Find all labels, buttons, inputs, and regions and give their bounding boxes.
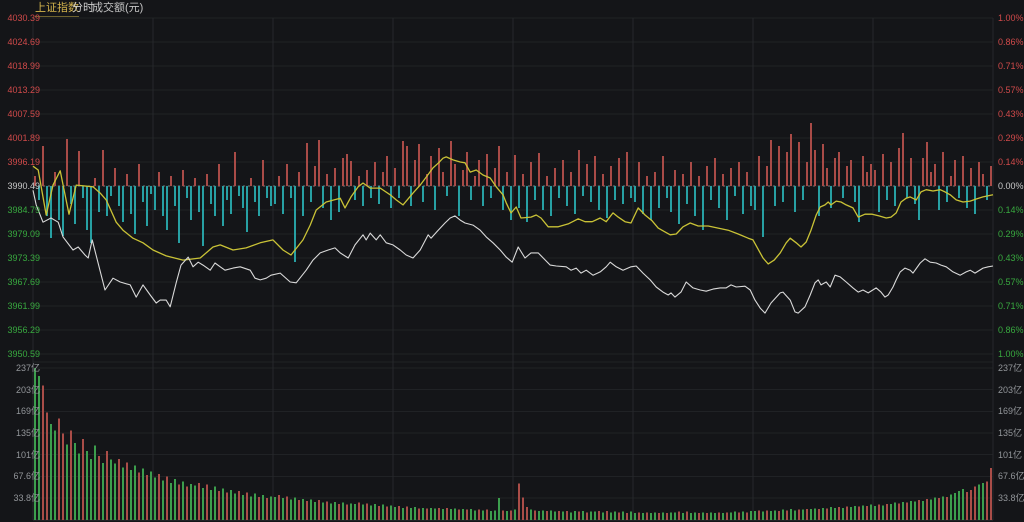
volume-axis-label: 237亿 xyxy=(2,363,40,373)
volume-axis-label: 101亿 xyxy=(998,450,1022,460)
percent-axis-label: 0.29% xyxy=(998,229,1024,239)
percent-axis-label: 0.57% xyxy=(998,277,1024,287)
price-axis-label: 3956.29 xyxy=(2,325,40,335)
price-axis-label: 4007.59 xyxy=(2,109,40,119)
volume-axis-label: 33.8亿 xyxy=(2,493,40,503)
percent-axis-label: 0.14% xyxy=(998,205,1024,215)
percent-axis-label: 0.71% xyxy=(998,61,1024,71)
price-axis-label: 3979.09 xyxy=(2,229,40,239)
percent-axis-label: 0.71% xyxy=(998,301,1024,311)
price-axis-label: 3961.99 xyxy=(2,301,40,311)
price-axis-label: 3967.69 xyxy=(2,277,40,287)
volume-axis-label: 169亿 xyxy=(998,406,1022,416)
volume-axis-label: 135亿 xyxy=(998,428,1022,438)
percent-axis-label: 0.43% xyxy=(998,253,1024,263)
volume-axis-label: 169亿 xyxy=(2,406,40,416)
volume-axis-label: 67.6亿 xyxy=(2,471,40,481)
volume-axis-label: 203亿 xyxy=(2,385,40,395)
percent-axis-label: 0.14% xyxy=(998,157,1024,167)
price-axis-label: 3950.59 xyxy=(2,349,40,359)
price-axis-label: 3990.49 xyxy=(2,181,40,191)
chart-plot-area[interactable] xyxy=(0,0,1024,522)
price-axis-label: 4018.99 xyxy=(2,61,40,71)
price-axis-label: 4024.69 xyxy=(2,37,40,47)
price-axis-label: 3973.39 xyxy=(2,253,40,263)
price-axis-label: 4013.29 xyxy=(2,85,40,95)
percent-axis-label: 0.43% xyxy=(998,109,1024,119)
percent-axis-label: 1.00% xyxy=(998,13,1024,23)
volume-axis-label: 67.6亿 xyxy=(998,471,1024,481)
percent-axis-label: 0.29% xyxy=(998,133,1024,143)
percent-axis-label: 1.00% xyxy=(998,349,1024,359)
percent-axis-label: 0.00% xyxy=(998,181,1024,191)
percent-axis-label: 0.57% xyxy=(998,85,1024,95)
intraday-chart-window: 上证指数 分时 成交额(元) 4030.394024.694018.994013… xyxy=(0,0,1024,522)
volume-axis-label: 33.8亿 xyxy=(998,493,1024,503)
volume-axis-label: 135亿 xyxy=(2,428,40,438)
price-axis-label: 4001.89 xyxy=(2,133,40,143)
price-axis-label: 3984.79 xyxy=(2,205,40,215)
percent-axis-label: 0.86% xyxy=(998,37,1024,47)
price-axis-label: 4030.39 xyxy=(2,13,40,23)
percent-axis-label: 0.86% xyxy=(998,325,1024,335)
volume-axis-label: 237亿 xyxy=(998,363,1022,373)
volume-axis-label: 203亿 xyxy=(998,385,1022,395)
price-axis-label: 3996.19 xyxy=(2,157,40,167)
volume-axis-label: 101亿 xyxy=(2,450,40,460)
